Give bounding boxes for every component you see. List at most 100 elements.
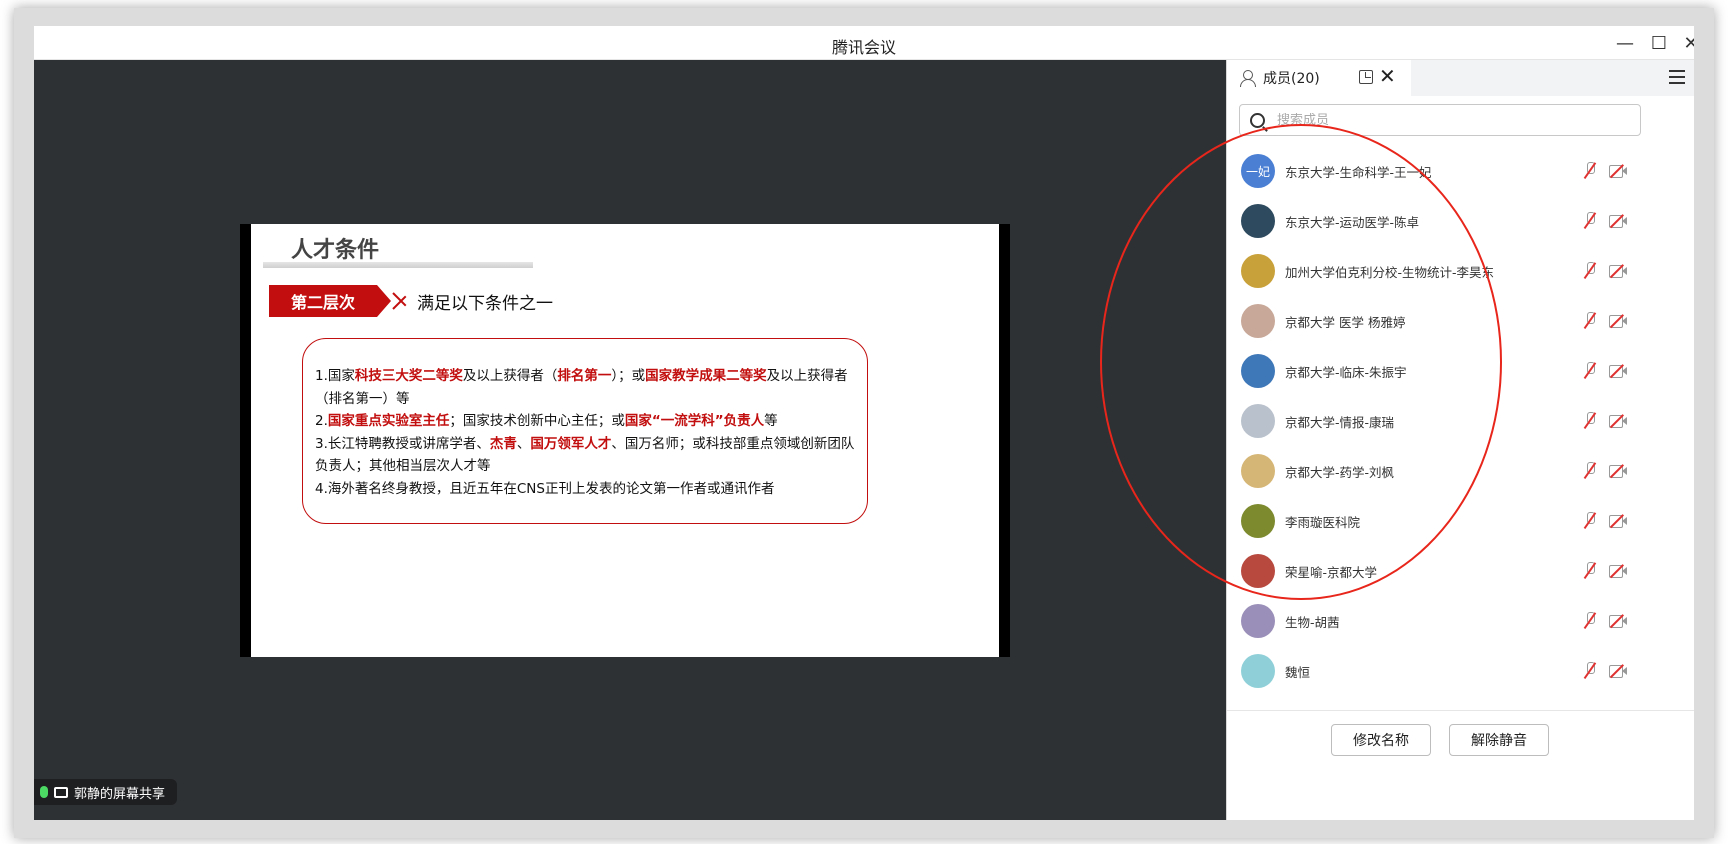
avatar bbox=[1241, 554, 1275, 588]
member-name: 魏恒 bbox=[1285, 664, 1311, 680]
avatar bbox=[1241, 404, 1275, 438]
level-row: 第二层次 满足以下条件之一 bbox=[269, 284, 553, 318]
window-title: 腾讯会议 bbox=[831, 38, 896, 57]
member-list: 一妃 东京大学-生命科学-王一妃 东京大学-运动医学-陈卓 加州大学伯克利分校-生物统… bbox=[1227, 146, 1694, 696]
level-text: 满足以下条件之一 bbox=[417, 293, 553, 314]
conditions-box: 1.国家科技三大奖二等奖及以上获得者（排名第一）；或国家教学成果二等奖及以上获得… bbox=[302, 338, 868, 524]
tab-members[interactable]: 成员(20) ✕ bbox=[1227, 60, 1411, 96]
mic-muted-icon[interactable] bbox=[1583, 362, 1597, 380]
condition-text: 1.国家 bbox=[315, 368, 355, 384]
mic-muted-icon[interactable] bbox=[1583, 512, 1597, 530]
search-input[interactable] bbox=[1277, 112, 1617, 128]
mic-muted-icon[interactable] bbox=[1583, 162, 1597, 180]
menu-icon[interactable] bbox=[1669, 70, 1685, 84]
member-name: 京都大学-情报-康瑞 bbox=[1285, 414, 1395, 430]
highlight-text: 国家教学成果二等奖 bbox=[645, 368, 767, 384]
mic-muted-icon[interactable] bbox=[1583, 412, 1597, 430]
unmute-button[interactable]: 解除静音 bbox=[1449, 724, 1549, 756]
condition-text: 4.海外著名终身教授，且近五年在CNS正刊上发表的论文第一作者或通讯作者 bbox=[315, 480, 775, 497]
list-item[interactable]: 加州大学伯克利分校-生物统计-李昊东 bbox=[1227, 246, 1694, 296]
avatar bbox=[1241, 254, 1275, 288]
condition-text: 等 bbox=[764, 413, 778, 429]
screen-share-tag: 郭静的屏幕共享 bbox=[34, 779, 178, 805]
avatar: 一妃 bbox=[1241, 154, 1275, 188]
avatar bbox=[1241, 454, 1275, 488]
list-item[interactable]: 荣星喻-京都大学 bbox=[1227, 546, 1694, 596]
camera-off-icon[interactable] bbox=[1609, 364, 1627, 378]
app-window: 腾讯会议 — ☐ ✕ 人才条件 第二层次 满足以下条件之一 1.国家科技三大奖二… bbox=[34, 26, 1694, 820]
camera-off-icon[interactable] bbox=[1609, 464, 1627, 478]
title-underline bbox=[263, 262, 533, 268]
condition-text: 2. bbox=[315, 413, 328, 429]
condition-2: 2.国家重点实验室主任；国家技术创新中心主任；或国家“一流学科”负责人等 bbox=[315, 410, 867, 433]
search-icon bbox=[1250, 112, 1265, 128]
camera-off-icon[interactable] bbox=[1609, 664, 1627, 678]
list-item[interactable]: 李雨璇医科院 bbox=[1227, 496, 1694, 546]
shared-screen: 人才条件 第二层次 满足以下条件之一 1.国家科技三大奖二等奖及以上获得者（排名… bbox=[240, 224, 1010, 657]
member-name: 李雨璇医科院 bbox=[1285, 514, 1361, 530]
panel-footer: 修改名称 解除静音 bbox=[1227, 710, 1694, 820]
avatar bbox=[1241, 604, 1275, 638]
highlight-text: 排名第一 bbox=[557, 368, 612, 384]
camera-off-icon[interactable] bbox=[1609, 164, 1627, 178]
condition-text: ）；或 bbox=[611, 368, 646, 384]
camera-off-icon[interactable] bbox=[1609, 314, 1627, 328]
popout-icon[interactable] bbox=[1359, 70, 1373, 84]
list-item[interactable]: 魏恒 bbox=[1227, 646, 1694, 696]
camera-off-icon[interactable] bbox=[1609, 564, 1627, 578]
maximize-icon[interactable]: ☐ bbox=[1644, 30, 1674, 56]
list-item[interactable]: 京都大学-药学-刘枫 bbox=[1227, 446, 1694, 496]
list-item[interactable]: 京都大学 医学 杨雅婷 bbox=[1227, 296, 1694, 346]
badge-arrow-icon bbox=[377, 285, 391, 317]
camera-off-icon[interactable] bbox=[1609, 614, 1627, 628]
condition-text: 3.长江特聘教授或讲席学者、 bbox=[315, 435, 490, 452]
list-item[interactable]: 东京大学-运动医学-陈卓 bbox=[1227, 196, 1694, 246]
chevron-right-icon bbox=[393, 285, 407, 317]
avatar bbox=[1241, 504, 1275, 538]
level-badge: 第二层次 bbox=[269, 285, 377, 317]
condition-text: 及以上获得者（ bbox=[462, 368, 558, 384]
members-panel: 成员(20) ✕ 一妃东京大学-生命科学-王一妃东京大学-运动医学-陈卓加州大学… bbox=[1226, 60, 1694, 820]
mic-muted-icon[interactable] bbox=[1583, 562, 1597, 580]
member-search[interactable] bbox=[1239, 104, 1641, 136]
highlight-text: 科技三大奖二等奖 bbox=[354, 368, 463, 384]
mic-muted-icon[interactable] bbox=[1583, 662, 1597, 680]
avatar bbox=[1241, 654, 1275, 688]
mic-muted-icon[interactable] bbox=[1583, 462, 1597, 480]
rename-button[interactable]: 修改名称 bbox=[1331, 724, 1431, 756]
mic-muted-icon[interactable] bbox=[1583, 212, 1597, 230]
presentation-slide: 人才条件 第二层次 满足以下条件之一 1.国家科技三大奖二等奖及以上获得者（排名… bbox=[251, 224, 999, 657]
minimize-icon[interactable]: — bbox=[1610, 30, 1640, 56]
member-name: 京都大学-临床-朱振宇 bbox=[1285, 364, 1407, 380]
share-label: 郭静的屏幕共享 bbox=[74, 786, 166, 802]
highlight-text: 国万领军人才 bbox=[530, 435, 612, 452]
mic-muted-icon[interactable] bbox=[1583, 262, 1597, 280]
mic-icon bbox=[40, 786, 48, 798]
member-name: 加州大学伯克利分校-生物统计-李昊东 bbox=[1285, 264, 1495, 280]
camera-off-icon[interactable] bbox=[1609, 264, 1627, 278]
slide-title: 人才条件 bbox=[291, 237, 380, 263]
camera-off-icon[interactable] bbox=[1609, 514, 1627, 528]
member-name: 荣星喻-京都大学 bbox=[1285, 564, 1378, 580]
list-item[interactable]: 京都大学-情报-康瑞 bbox=[1227, 396, 1694, 446]
camera-off-icon[interactable] bbox=[1609, 214, 1627, 228]
highlight-text: 国家重点实验室主任 bbox=[327, 413, 450, 429]
mic-muted-icon[interactable] bbox=[1583, 612, 1597, 630]
member-name: 东京大学-生命科学-王一妃 bbox=[1285, 164, 1432, 180]
tab-members-label: 成员(20) bbox=[1263, 71, 1320, 87]
highlight-text: 国家“一流学科”负责人 bbox=[624, 413, 765, 429]
list-item[interactable]: 京都大学-临床-朱振宇 bbox=[1227, 346, 1694, 396]
camera-off-icon[interactable] bbox=[1609, 414, 1627, 428]
list-item[interactable]: 生物-胡茜 bbox=[1227, 596, 1694, 646]
close-panel-icon[interactable]: ✕ bbox=[1379, 64, 1396, 88]
panel-header: 成员(20) ✕ bbox=[1227, 60, 1694, 96]
condition-text: 、 bbox=[516, 435, 531, 452]
condition-3: 3.长江特聘教授或讲席学者、杰青、国万领军人才、国万名师；或科技部重点领域创新团… bbox=[315, 433, 867, 478]
title-bar: 腾讯会议 — ☐ ✕ bbox=[34, 26, 1694, 60]
avatar bbox=[1241, 204, 1275, 238]
close-icon[interactable]: ✕ bbox=[1676, 30, 1694, 56]
condition-1: 1.国家科技三大奖二等奖及以上获得者（排名第一）；或国家教学成果二等奖及以上获得… bbox=[315, 365, 867, 410]
member-name: 生物-胡茜 bbox=[1285, 614, 1340, 630]
mic-muted-icon[interactable] bbox=[1583, 312, 1597, 330]
list-item[interactable]: 一妃 东京大学-生命科学-王一妃 bbox=[1227, 146, 1694, 196]
